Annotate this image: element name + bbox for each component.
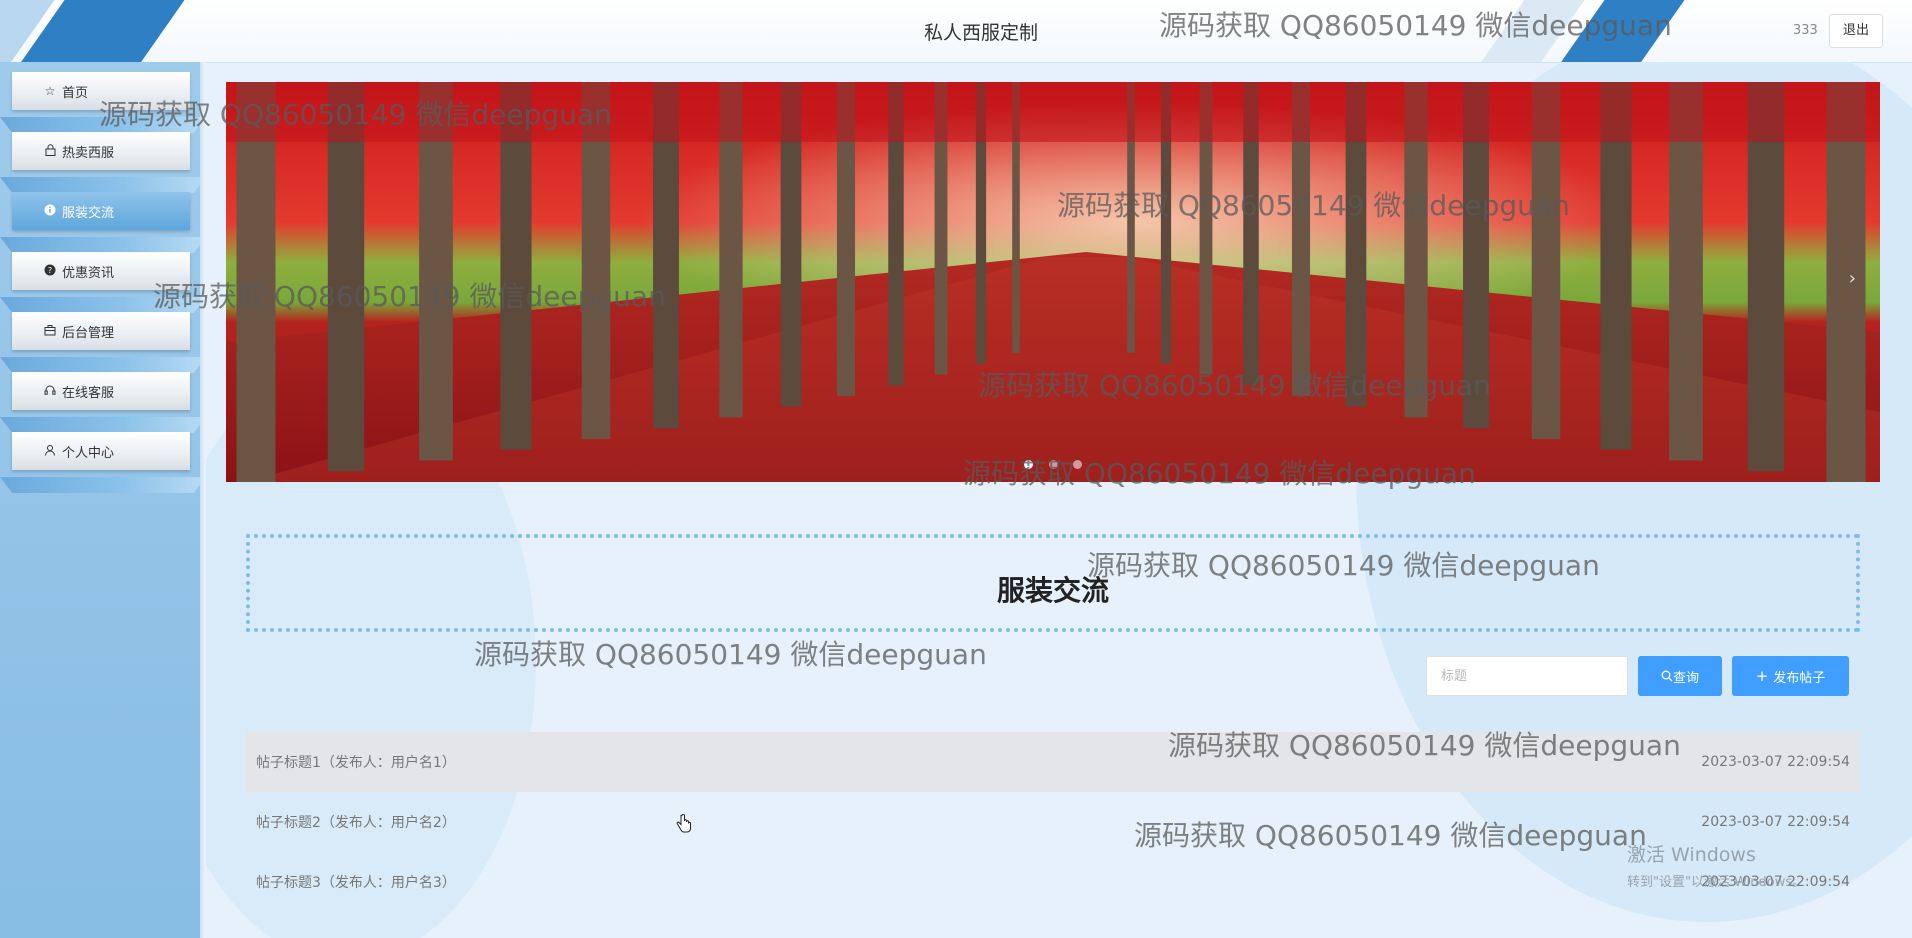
sidebar-item-promotions[interactable]: ? 优惠资讯 [12,252,190,290]
user-icon [42,444,58,459]
sidebar-item-label: 在线客服 [62,385,115,401]
sidebar-item-admin[interactable]: 后台管理 [12,312,190,350]
sidebar-item-hot-suits[interactable]: 热卖西服 [12,132,190,170]
sidebar-divider [0,477,206,493]
sidebar-divider [0,357,206,373]
lock-icon [42,143,58,159]
post-title: 帖子标题2（发布人：用户名2） [256,815,456,831]
sidebar: ☆ 首页 热卖西服 服装交流 ? 优惠资讯 后台管理 在线客服 个人中心 [0,62,206,938]
carousel-dot[interactable] [1072,460,1082,469]
sidebar-item-label: 首页 [62,85,89,101]
post-date: 2023-03-07 22:09:54 [1701,754,1850,770]
hand-pointer-icon [676,814,691,833]
main-content: › 服装交流 查询 + 发布帖子 帖子标题1（发布人：用户名1） 2023-03… [206,62,1912,938]
logout-button[interactable]: 退出 [1829,14,1883,48]
sidebar-item-profile[interactable]: 个人中心 [12,432,190,470]
sidebar-item-label: 优惠资讯 [62,265,115,281]
publish-post-button[interactable]: + 发布帖子 [1732,656,1849,696]
top-header: 私人西服定制 333 退出 [0,0,1912,63]
sidebar-item-label: 服装交流 [62,205,115,221]
carousel-indicators [226,454,1880,473]
sidebar-item-online-service[interactable]: 在线客服 [12,372,190,410]
post-title: 帖子标题1（发布人：用户名1） [256,755,456,771]
sidebar-item-home[interactable]: ☆ 首页 [12,72,190,110]
sidebar-item-label: 个人中心 [62,445,115,461]
sidebar-divider [0,177,206,193]
banner-image [226,82,1880,482]
question-icon: ? [42,264,58,279]
post-date: 2023-03-07 22:09:54 [1701,814,1850,830]
sidebar-item-clothing-exchange[interactable]: 服装交流 [12,192,190,230]
post-list-item[interactable]: 帖子标题3（发布人：用户名3） 2023-03-07 22:09:54 [246,852,1860,912]
sidebar-item-label: 热卖西服 [62,145,115,161]
sidebar-divider [0,297,206,313]
publish-button-label: 发布帖子 [1773,670,1826,686]
title-search-input[interactable] [1426,656,1628,696]
site-title: 私人西服定制 [924,22,1039,44]
headset-icon [42,384,58,399]
post-list-item[interactable]: 帖子标题1（发布人：用户名1） 2023-03-07 22:09:54 [246,732,1860,792]
chevron-right-icon[interactable]: › [1849,268,1856,289]
info-icon [42,204,58,219]
sidebar-divider [0,237,206,253]
plus-icon: + [1755,667,1769,685]
windows-activation-notice: 激活 Windows 转到"设置"以激活 Windows。 [1627,840,1805,890]
briefcase-icon [42,324,58,339]
section-header: 服装交流 [246,534,1860,632]
sidebar-divider [0,417,206,433]
svg-text:?: ? [48,266,52,275]
search-icon [1661,670,1673,682]
star-icon: ☆ [44,84,56,98]
banner-carousel[interactable]: › [226,82,1880,482]
username-label: 333 [1793,23,1818,38]
carousel-dot[interactable] [1024,460,1034,469]
activation-subtitle: 转到"设置"以激活 Windows。 [1627,875,1806,890]
carousel-dot[interactable] [1048,460,1058,469]
search-button[interactable]: 查询 [1638,656,1722,696]
search-button-label: 查询 [1672,670,1699,686]
section-title: 服装交流 [996,574,1109,607]
post-list-item[interactable]: 帖子标题2（发布人：用户名2） 2023-03-07 22:09:54 [246,792,1860,852]
activation-title: 激活 Windows [1627,844,1756,866]
post-title: 帖子标题3（发布人：用户名3） [256,875,456,891]
sidebar-item-label: 后台管理 [62,325,115,341]
sidebar-divider [0,117,206,133]
